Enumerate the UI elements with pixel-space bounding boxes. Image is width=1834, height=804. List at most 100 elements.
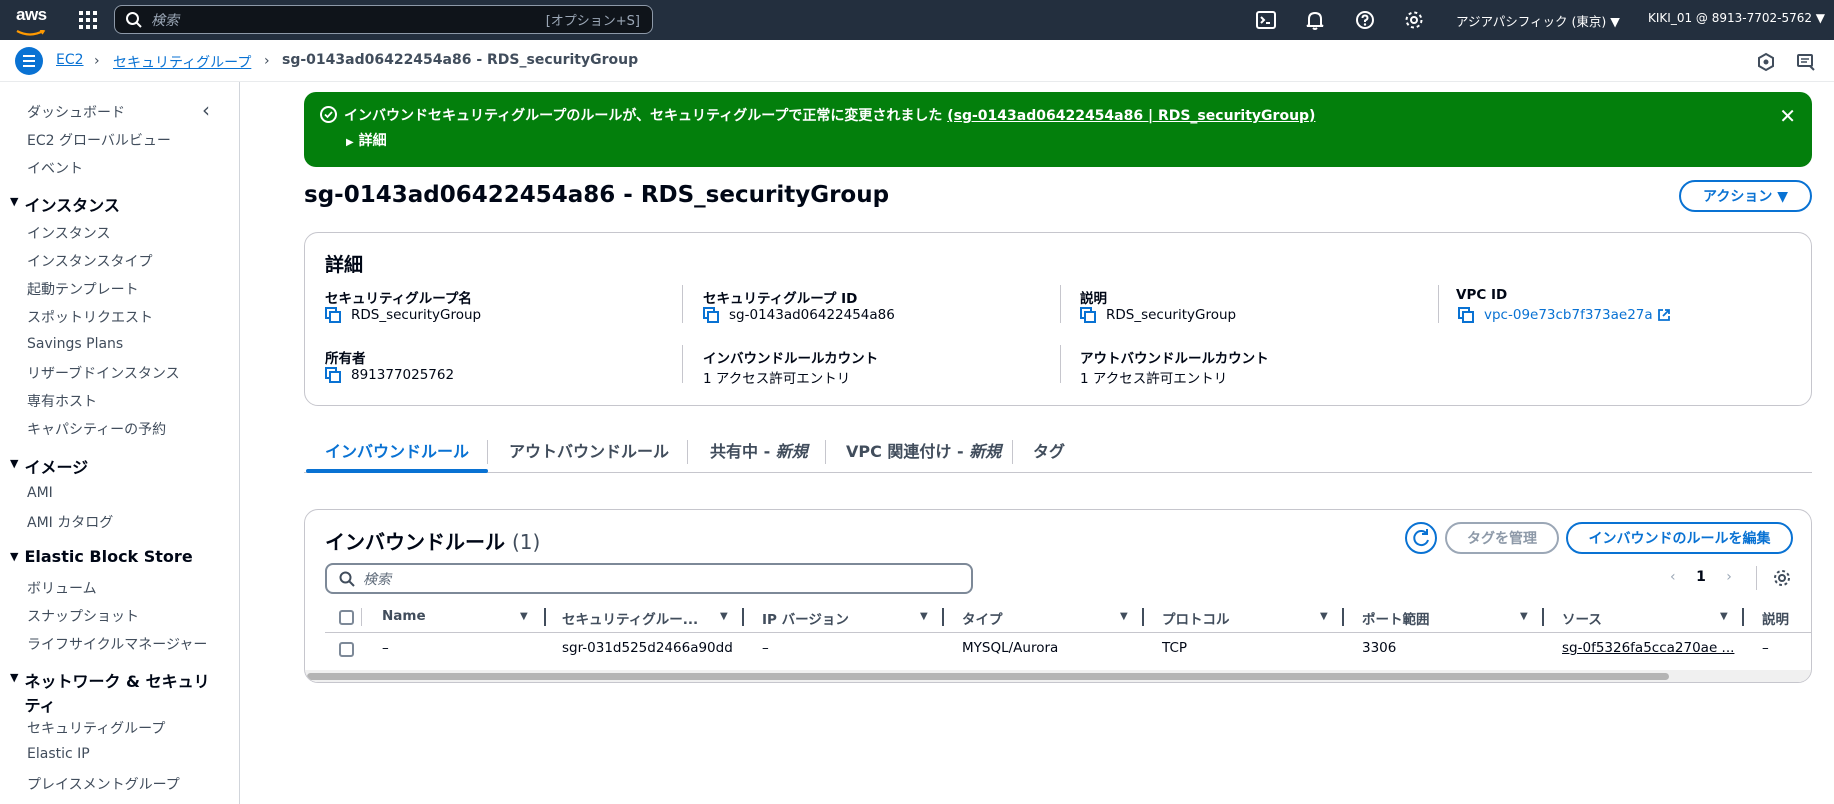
manage-tags-button[interactable]: タグを管理 bbox=[1445, 522, 1559, 554]
nav-section-ebs[interactable]: ▼ Elastic Block Store bbox=[10, 547, 193, 566]
collapse-chevron-left-icon[interactable]: ‹ bbox=[202, 98, 210, 122]
nav-ami-catalog[interactable]: AMI カタログ bbox=[27, 512, 113, 532]
table-preferences-gear-icon[interactable] bbox=[1772, 568, 1792, 588]
feedback-icon[interactable] bbox=[1796, 52, 1816, 72]
sg-id-value: sg-0143ad06422454a86 bbox=[703, 307, 895, 323]
column-header-source[interactable]: ソース bbox=[1562, 608, 1602, 628]
nav-reserved-instances[interactable]: リザーブドインスタンス bbox=[27, 363, 180, 383]
sort-caret-down-icon[interactable]: ▼ bbox=[520, 611, 528, 622]
nav-savings-plans[interactable]: Savings Plans bbox=[27, 336, 123, 352]
column-header-protocol[interactable]: プロトコル bbox=[1162, 608, 1230, 628]
breadcrumb-ec2[interactable]: EC2 bbox=[56, 52, 84, 68]
nav-section-images[interactable]: ▼ イメージ bbox=[10, 454, 88, 478]
sort-caret-down-icon[interactable]: ▼ bbox=[1520, 611, 1528, 622]
column-header-type[interactable]: タイプ bbox=[962, 608, 1003, 628]
flash-details-toggle[interactable]: ▶ 詳細 bbox=[346, 130, 387, 150]
nav-section-network-security[interactable]: ▼ ネットワーク & セキュリ ティ bbox=[10, 668, 210, 716]
column-header-sg-rule-id[interactable]: セキュリティグルー... bbox=[562, 608, 698, 628]
close-icon[interactable]: ✕ bbox=[1779, 104, 1796, 128]
sort-caret-down-icon[interactable]: ▼ bbox=[1320, 611, 1328, 622]
sort-caret-down-icon[interactable]: ▼ bbox=[720, 611, 728, 622]
rules-search-input[interactable]: 検索 bbox=[325, 563, 973, 594]
next-page-chevron-right-icon[interactable]: › bbox=[1726, 569, 1732, 585]
help-icon[interactable] bbox=[1354, 9, 1376, 31]
edit-inbound-rules-button[interactable]: インバウンドのルールを編集 bbox=[1566, 522, 1793, 554]
tab-outbound-rules[interactable]: アウトバウンドルール bbox=[509, 438, 669, 462]
nav-placement-groups[interactable]: プレイスメントグループ bbox=[27, 774, 180, 794]
aws-logo[interactable]: aws bbox=[16, 6, 48, 36]
column-resizer[interactable] bbox=[1342, 608, 1344, 626]
services-grid-icon[interactable] bbox=[78, 10, 98, 30]
breadcrumb-bar: EC2 › セキュリティグループ › sg-0143ad06422454a86 … bbox=[0, 40, 1834, 82]
copy-icon[interactable] bbox=[325, 367, 341, 383]
flash-sg-link[interactable]: (sg-0143ad06422454a86 | RDS_securityGrou… bbox=[947, 108, 1315, 124]
nav-security-groups[interactable]: セキュリティグループ bbox=[27, 718, 165, 738]
nav-dedicated-hosts[interactable]: 専有ホスト bbox=[27, 391, 97, 411]
sort-caret-down-icon[interactable]: ▼ bbox=[1120, 611, 1128, 622]
nav-launch-templates[interactable]: 起動テンプレート bbox=[27, 279, 139, 299]
nav-lifecycle-manager[interactable]: ライフサイクルマネージャー bbox=[27, 634, 207, 654]
global-search-input[interactable]: 検索 [オプション+S] bbox=[114, 5, 653, 34]
nav-capacity-reservations[interactable]: キャパシティーの予約 bbox=[27, 419, 166, 439]
nav-spot-requests[interactable]: スポットリクエスト bbox=[27, 307, 153, 327]
row-select-checkbox[interactable] bbox=[339, 642, 354, 657]
outbound-count-label: アウトバウンドルールカウント bbox=[1080, 351, 1269, 367]
breadcrumb-security-groups[interactable]: セキュリティグループ bbox=[113, 52, 251, 72]
horizontal-scrollbar-thumb[interactable] bbox=[307, 673, 1669, 680]
column-resizer[interactable] bbox=[942, 608, 944, 626]
side-navigation-toggle[interactable] bbox=[15, 47, 43, 75]
column-resizer[interactable] bbox=[1142, 608, 1144, 626]
page-number[interactable]: 1 bbox=[1696, 569, 1706, 585]
account-menu[interactable]: KIKI_01 @ 8913-7702-5762 ▼ bbox=[1648, 11, 1825, 25]
column-header-ip-version[interactable]: IP バージョン bbox=[762, 608, 849, 628]
settings-gear-icon[interactable] bbox=[1403, 9, 1425, 31]
nav-snapshots[interactable]: スナップショット bbox=[27, 606, 139, 626]
actions-dropdown-button[interactable]: アクション ▼ bbox=[1679, 180, 1812, 212]
tab-sharing[interactable]: 共有中 - 新規 bbox=[710, 438, 808, 462]
hexagon-settings-icon[interactable] bbox=[1756, 52, 1776, 72]
notifications-bell-icon[interactable] bbox=[1304, 9, 1326, 31]
refresh-button[interactable] bbox=[1405, 522, 1437, 554]
divider bbox=[1060, 345, 1061, 383]
copy-icon[interactable] bbox=[703, 307, 719, 323]
tab-tags[interactable]: タグ bbox=[1033, 438, 1065, 462]
nav-instances[interactable]: インスタンス bbox=[27, 223, 110, 243]
divider bbox=[1756, 566, 1757, 590]
select-all-checkbox[interactable] bbox=[339, 610, 354, 625]
nav-ec2-global-view[interactable]: EC2 グローバルビュー bbox=[27, 130, 171, 150]
tab-inbound-rules[interactable]: インバウンドルール bbox=[325, 438, 469, 462]
vpc-id-link[interactable]: vpc-09e73cb7f373ae27a bbox=[1484, 307, 1653, 323]
nav-section-title-line2: ティ bbox=[24, 696, 56, 715]
sort-caret-down-icon[interactable]: ▼ bbox=[920, 611, 928, 622]
column-resizer[interactable] bbox=[742, 608, 744, 626]
nav-elastic-ip[interactable]: Elastic IP bbox=[27, 746, 90, 762]
cell-name: – bbox=[382, 640, 389, 656]
cloudshell-icon[interactable] bbox=[1255, 9, 1277, 31]
caret-right-icon: ▶ bbox=[346, 137, 354, 148]
tab-separator bbox=[687, 440, 688, 464]
nav-events[interactable]: イベント bbox=[27, 158, 83, 178]
column-header-description[interactable]: 説明 bbox=[1762, 608, 1789, 628]
prev-page-chevron-left-icon[interactable]: ‹ bbox=[1670, 569, 1676, 585]
tab-separator bbox=[487, 440, 488, 464]
tab-sharing-new: 新規 bbox=[775, 442, 808, 461]
copy-icon[interactable] bbox=[1080, 307, 1096, 323]
tab-vpc-associations[interactable]: VPC 関連付け - 新規 bbox=[846, 438, 1001, 462]
nav-instance-types[interactable]: インスタンスタイプ bbox=[27, 251, 152, 271]
copy-icon[interactable] bbox=[1458, 307, 1474, 323]
nav-volumes[interactable]: ボリューム bbox=[27, 578, 97, 598]
aws-smile-icon bbox=[16, 29, 46, 36]
region-selector[interactable]: アジアパシフィック (東京) ▼ bbox=[1456, 11, 1620, 30]
copy-icon[interactable] bbox=[325, 307, 341, 323]
sort-caret-down-icon[interactable]: ▼ bbox=[1720, 611, 1728, 622]
column-header-port-range[interactable]: ポート範囲 bbox=[1362, 608, 1430, 628]
column-resizer[interactable] bbox=[1742, 608, 1744, 626]
nav-dashboard[interactable]: ダッシュボード bbox=[27, 102, 125, 122]
column-resizer[interactable] bbox=[1542, 608, 1544, 626]
column-resizer[interactable] bbox=[544, 608, 546, 626]
breadcrumb-current: sg-0143ad06422454a86 - RDS_securityGroup bbox=[282, 52, 639, 68]
column-header-name[interactable]: Name bbox=[382, 608, 426, 624]
nav-section-instances[interactable]: ▼ インスタンス bbox=[10, 192, 120, 216]
cell-source-link[interactable]: sg-0f5326fa5cca270ae ... bbox=[1562, 640, 1734, 656]
nav-ami[interactable]: AMI bbox=[27, 485, 53, 501]
